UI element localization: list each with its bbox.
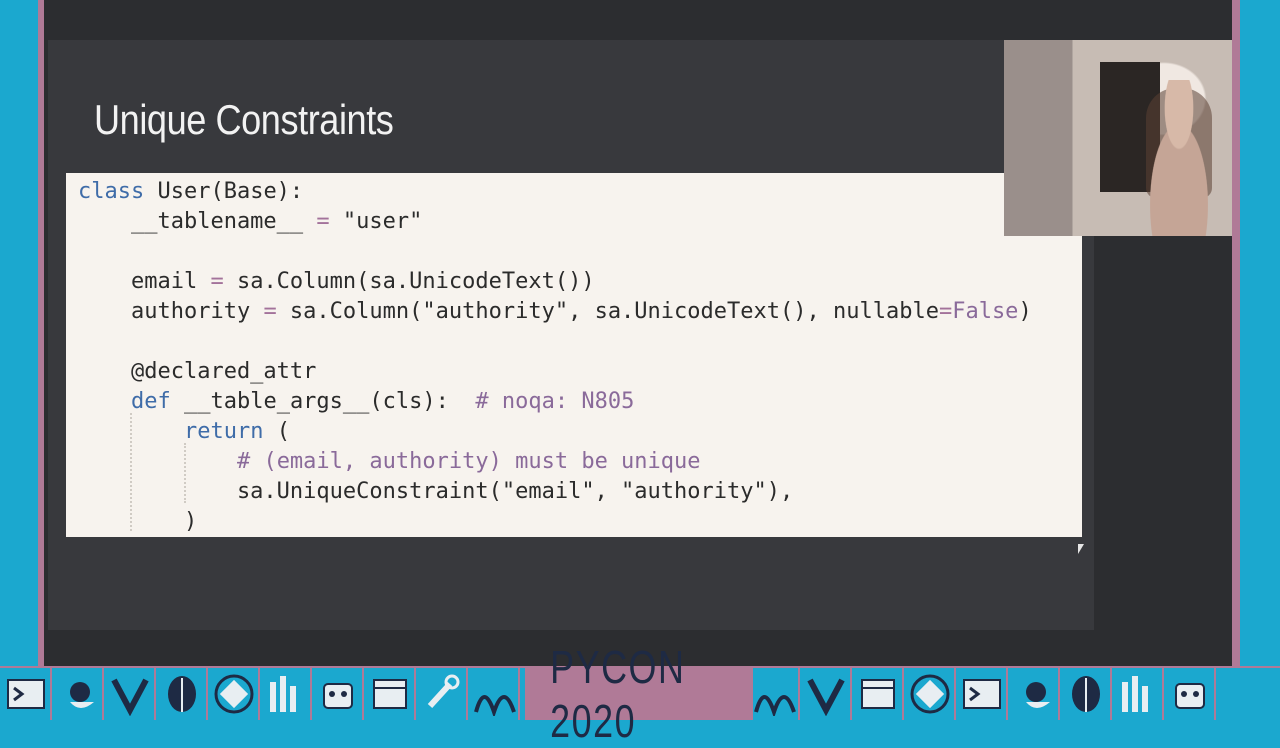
bars-icon bbox=[260, 668, 312, 720]
code-line: def __table_args__(cls): # noqa: N805 bbox=[78, 387, 634, 417]
slide: Unique Constraints class User(Base): __t… bbox=[48, 40, 1094, 630]
robot-icon bbox=[1164, 668, 1216, 720]
check-mark-icon bbox=[800, 668, 852, 720]
code-token: sa.UniqueConstraint("email", "authority"… bbox=[78, 479, 794, 504]
calendar-icon bbox=[852, 668, 904, 720]
code-token: sa.Column("authority", sa.UnicodeText(),… bbox=[276, 299, 939, 324]
bird-icon bbox=[52, 668, 104, 720]
code-block: class User(Base): __tablename__ = "user"… bbox=[66, 173, 1082, 537]
code-line: authority = sa.Column("authority", sa.Un… bbox=[78, 297, 1032, 327]
code-line: @declared_attr bbox=[78, 357, 316, 387]
robot-icon bbox=[312, 668, 364, 720]
right-frame bbox=[1232, 0, 1280, 666]
diamond-icon bbox=[208, 668, 260, 720]
code-token: # noqa: N805 bbox=[475, 389, 635, 414]
code-line: __tablename__ = "user" bbox=[78, 207, 422, 237]
diamond-icon bbox=[904, 668, 956, 720]
code-token: return bbox=[183, 419, 264, 444]
slide-title: Unique Constraints bbox=[94, 96, 394, 143]
bird-icon bbox=[1008, 668, 1060, 720]
code-token: sa.Column(sa.UnicodeText()) bbox=[223, 269, 595, 294]
code-token: User(Base): bbox=[144, 179, 304, 204]
webcam-speaker bbox=[1134, 80, 1224, 236]
code-line: # (email, authority) must be unique bbox=[78, 447, 701, 477]
code-token: ( bbox=[263, 419, 290, 444]
pycon-logo-text: PYCON 2020 bbox=[550, 641, 686, 747]
code-token: "user" bbox=[329, 209, 423, 234]
code-token: __tablename__ bbox=[78, 209, 317, 234]
code-line: ) bbox=[78, 507, 197, 537]
code-token: = bbox=[263, 299, 277, 324]
arches-icon bbox=[748, 668, 800, 720]
code-token: = bbox=[316, 209, 330, 234]
code-token: def bbox=[130, 389, 171, 414]
leaf-icon bbox=[156, 668, 208, 720]
code-line: class User(Base): bbox=[78, 177, 303, 207]
wrench-icon bbox=[416, 668, 468, 720]
code-token: email bbox=[78, 269, 211, 294]
bars-icon bbox=[1112, 668, 1164, 720]
calendar-icon bbox=[364, 668, 416, 720]
code-line: return ( bbox=[78, 417, 290, 447]
code-token: False bbox=[952, 299, 1019, 324]
leaf-icon bbox=[1060, 668, 1112, 720]
code-token: authority bbox=[78, 299, 264, 324]
check-mark-icon bbox=[104, 668, 156, 720]
code-token: # (email, authority) must be unique bbox=[236, 449, 701, 474]
mouse-cursor-icon bbox=[1078, 544, 1084, 554]
code-token: ) bbox=[78, 509, 198, 534]
code-token: = bbox=[210, 269, 224, 294]
code-token: = bbox=[938, 299, 953, 324]
pycon-logo: PYCON 2020 bbox=[525, 641, 753, 747]
code-token: class bbox=[78, 179, 145, 204]
code-line: sa.UniqueConstraint("email", "authority"… bbox=[78, 477, 793, 507]
code-token: @declared_attr bbox=[78, 359, 317, 384]
terminal-icon bbox=[956, 668, 1008, 720]
code-token: __table_args__(cls): bbox=[170, 389, 476, 414]
left-frame bbox=[0, 0, 44, 666]
terminal-icon bbox=[0, 668, 52, 720]
speaker-webcam-video bbox=[1004, 40, 1232, 236]
code-line: email = sa.Column(sa.UnicodeText()) bbox=[78, 267, 595, 297]
code-token: ) bbox=[1018, 299, 1032, 324]
arches-icon bbox=[468, 668, 520, 720]
